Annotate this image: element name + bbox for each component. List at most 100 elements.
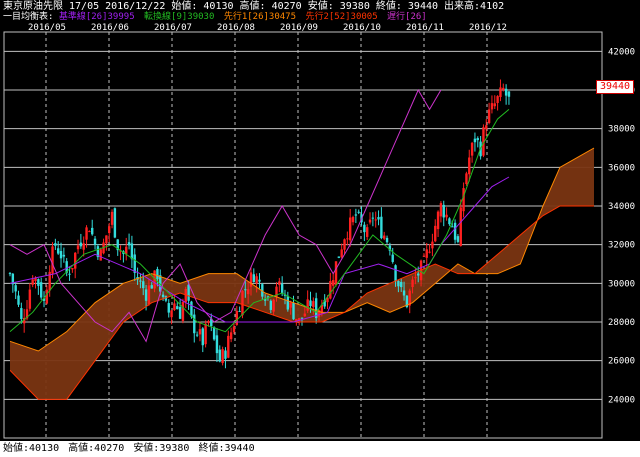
candle-body xyxy=(193,314,196,334)
candle-body xyxy=(76,245,80,250)
candle-body xyxy=(181,302,185,321)
x-tick-label: 2016/07 xyxy=(154,23,192,33)
candle-body xyxy=(272,299,275,312)
candle-body xyxy=(14,285,17,292)
candle-body xyxy=(414,277,417,279)
candle-body xyxy=(229,332,233,340)
candle-body xyxy=(303,313,307,317)
candle-body xyxy=(459,207,462,246)
indicator-legend: 一目均衡表: 基準線[26]39995 転換線[9]39030 先行1[26]3… xyxy=(3,12,431,23)
candle-body xyxy=(227,335,230,358)
candle-body xyxy=(363,224,366,233)
candle-body xyxy=(56,248,60,254)
cloud-area xyxy=(10,148,594,400)
legend-span-b: 先行2[52]30005 xyxy=(305,12,378,22)
footer-close: 終値:39440 xyxy=(198,443,255,454)
legend-kijun: 基準線[26]39995 xyxy=(58,12,135,22)
candle-body xyxy=(113,208,117,238)
x-tick-label: 2016/11 xyxy=(406,23,444,33)
candle-body xyxy=(142,281,145,289)
candle-body xyxy=(221,349,224,364)
candle-body xyxy=(337,256,341,258)
candle-body xyxy=(190,301,193,317)
candle-body xyxy=(144,289,148,301)
candle-body xyxy=(108,226,111,234)
candle-body xyxy=(504,88,508,96)
candle-body xyxy=(485,125,488,130)
candle-body xyxy=(442,204,445,218)
candle-body xyxy=(278,281,281,285)
candle-body xyxy=(280,283,284,294)
candle-body xyxy=(439,203,443,217)
candle-body xyxy=(502,87,505,90)
candle-body xyxy=(82,243,85,250)
candle-body xyxy=(218,349,221,362)
candle-body xyxy=(235,310,238,325)
candle-body xyxy=(468,157,471,175)
candle-body xyxy=(59,251,63,259)
footer-high: 高値:40270 xyxy=(68,443,125,454)
candle-body xyxy=(215,335,219,354)
candle-body xyxy=(473,138,477,143)
candle-body xyxy=(170,310,173,318)
candle-body xyxy=(139,280,142,282)
candle-body xyxy=(244,289,247,291)
candle-body xyxy=(306,299,309,311)
candle-body xyxy=(487,109,491,123)
candle-body xyxy=(105,235,108,244)
candle-body xyxy=(451,226,454,228)
candle-body xyxy=(385,237,389,243)
candle-body xyxy=(383,235,386,239)
y-tick-label: 34000 xyxy=(608,202,635,212)
candle-body xyxy=(88,231,91,233)
candle-body xyxy=(374,219,377,221)
candle-body xyxy=(269,300,273,310)
candle-body xyxy=(204,323,207,345)
candle-body xyxy=(74,252,77,269)
candle-body xyxy=(195,334,199,336)
candle-body xyxy=(331,280,335,286)
candle-body xyxy=(397,281,400,287)
last-price-badge: 39440 xyxy=(596,80,634,94)
y-tick-label: 26000 xyxy=(608,357,635,367)
candle-body xyxy=(17,295,20,305)
candle-body xyxy=(348,217,352,241)
candle-body xyxy=(232,326,236,333)
candle-body xyxy=(329,281,332,299)
candle-body xyxy=(286,295,290,310)
candle-body xyxy=(343,239,346,250)
candle-body xyxy=(161,294,165,297)
candle-body xyxy=(462,188,465,212)
candle-body xyxy=(428,251,431,253)
x-tick-label: 2016/10 xyxy=(343,23,381,33)
candle-body xyxy=(292,303,295,320)
candle-body xyxy=(402,290,406,296)
candle-body xyxy=(425,249,428,258)
footer-open: 始値:40130 xyxy=(3,443,60,454)
candle-body xyxy=(62,254,66,257)
y-tick-label: 38000 xyxy=(608,125,635,135)
y-tick-label: 28000 xyxy=(608,318,635,328)
candle-body xyxy=(28,289,32,309)
candle-body xyxy=(156,268,159,280)
candle-body xyxy=(198,329,202,335)
candle-body xyxy=(499,87,502,98)
candle-body xyxy=(150,285,153,289)
y-axis-ticks: 24000 26000 28000 30000 32000 34000 36000 38000… xyxy=(608,47,635,405)
candle-body xyxy=(79,242,83,247)
instrument-summary: 東京原油先限 17/05 2016/12/22 始値: 40130 高値: 40… xyxy=(3,1,505,12)
candle-body xyxy=(368,219,372,223)
candle-body xyxy=(354,214,358,216)
candle-body xyxy=(54,243,57,246)
candle-body xyxy=(45,289,49,304)
ohlc-footer: 始値:40130 高値:40270 安値:39380 終値:39440 xyxy=(0,441,640,457)
candle-body xyxy=(201,328,204,346)
candle-body xyxy=(91,227,94,235)
candle-body xyxy=(289,302,292,308)
x-tick-label: 2016/09 xyxy=(280,23,318,33)
ichimoku-label: 一目均衡表: xyxy=(3,12,54,22)
candle-body xyxy=(380,216,383,239)
candle-body xyxy=(178,306,182,319)
y-tick-label: 32000 xyxy=(608,241,635,251)
candle-body xyxy=(417,273,420,276)
